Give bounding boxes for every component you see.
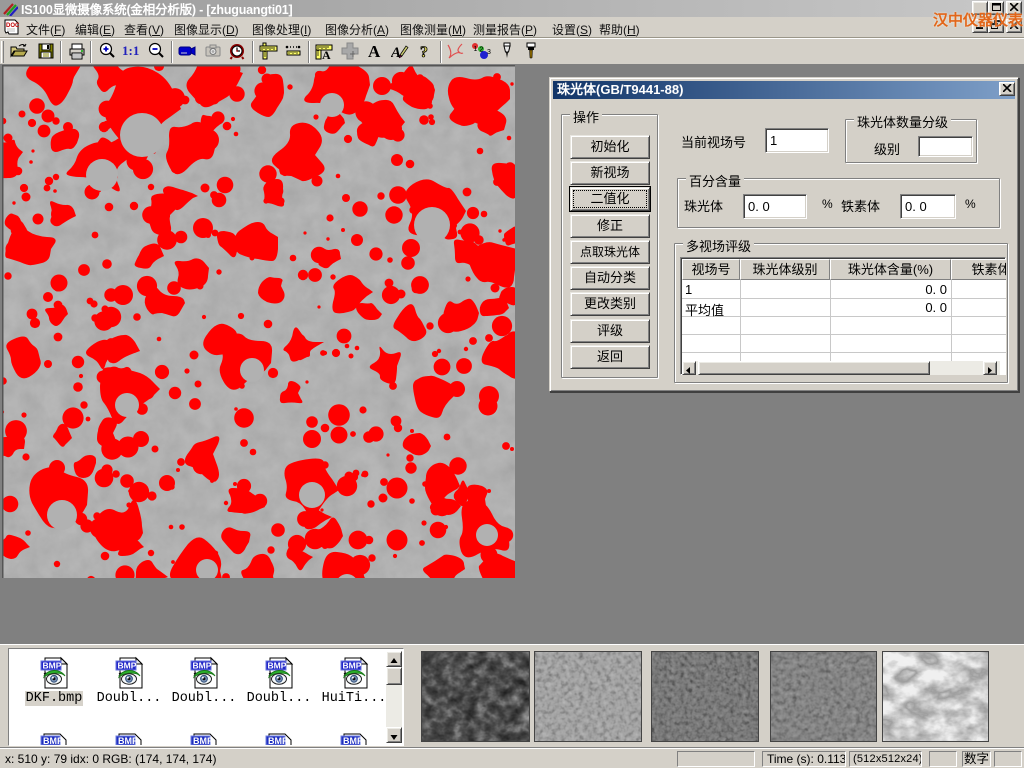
svg-text:BMP: BMP	[343, 661, 362, 671]
svg-text:BMP: BMP	[43, 736, 63, 745]
svg-text:A: A	[322, 48, 331, 60]
svg-text:BMP: BMP	[193, 736, 213, 745]
svg-text:BMP: BMP	[268, 661, 287, 671]
svg-text:BMP: BMP	[268, 736, 288, 745]
svg-text:1:1: 1:1	[122, 43, 139, 58]
svg-text:1: 1	[474, 46, 478, 53]
svg-text:3: 3	[487, 49, 491, 56]
svg-text:A: A	[368, 42, 381, 60]
svg-text:BMP: BMP	[118, 661, 137, 671]
svg-text:BMP: BMP	[343, 736, 363, 745]
svg-text:BMP: BMP	[43, 661, 62, 671]
svg-text:DOC: DOC	[6, 23, 19, 29]
svg-text:BMP: BMP	[193, 661, 212, 671]
svg-text:?: ?	[420, 44, 428, 60]
svg-text:BMP: BMP	[118, 736, 138, 745]
